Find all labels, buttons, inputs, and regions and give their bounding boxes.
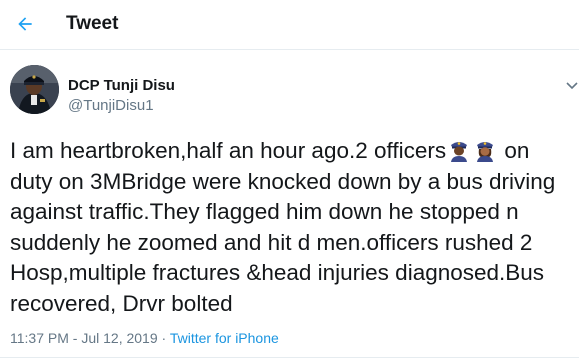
arrow-left-icon (18, 17, 32, 31)
tweet-line: against traffic.They flagged him down he… (10, 199, 519, 224)
tweet-line: duty on 3MBridge were knocked down by a … (10, 168, 556, 194)
chevron-down-icon (566, 82, 578, 90)
tweet-text: I am heartbroken,half an hour ago.2 offi… (10, 136, 576, 319)
page-title: Tweet (66, 13, 119, 34)
tweet-line: I am heartbroken,half an hour ago.2 offi… (10, 136, 576, 167)
tweet-source-link[interactable]: Twitter for iPhone (170, 330, 279, 346)
police-officer-icon (447, 138, 471, 162)
tweet-line: suddenly he zoomed and hit d men.officer… (10, 229, 533, 255)
tweet-line-text: I am heartbroken,half an hour ago.2 offi… (10, 138, 447, 163)
author-handle[interactable]: @TunjiDisu1 (68, 97, 154, 114)
tweet-line-text: on (504, 138, 530, 163)
tweet-line: recovered, Drvr bolted (10, 290, 233, 316)
police-officer-icon (473, 138, 497, 162)
tweet-time[interactable]: 11:37 PM (10, 330, 69, 346)
tweet-metadata: 11:37 PM - Jul 12, 2019 · Twitter for iP… (10, 330, 279, 346)
divider (0, 357, 579, 358)
tweet-line: Hosp,multiple fractures &head injuries d… (10, 260, 545, 285)
author-avatar[interactable] (10, 65, 59, 114)
more-options-button[interactable] (565, 78, 579, 92)
tweet-date[interactable]: Jul 12, 2019 (81, 330, 157, 346)
top-bar: Tweet (0, 0, 579, 50)
meta-separator: - (68, 330, 82, 346)
profile-photo (10, 65, 59, 114)
meta-separator: · (157, 330, 170, 346)
author-name[interactable]: DCP Tunji Disu (68, 77, 175, 94)
back-button[interactable] (10, 9, 40, 39)
